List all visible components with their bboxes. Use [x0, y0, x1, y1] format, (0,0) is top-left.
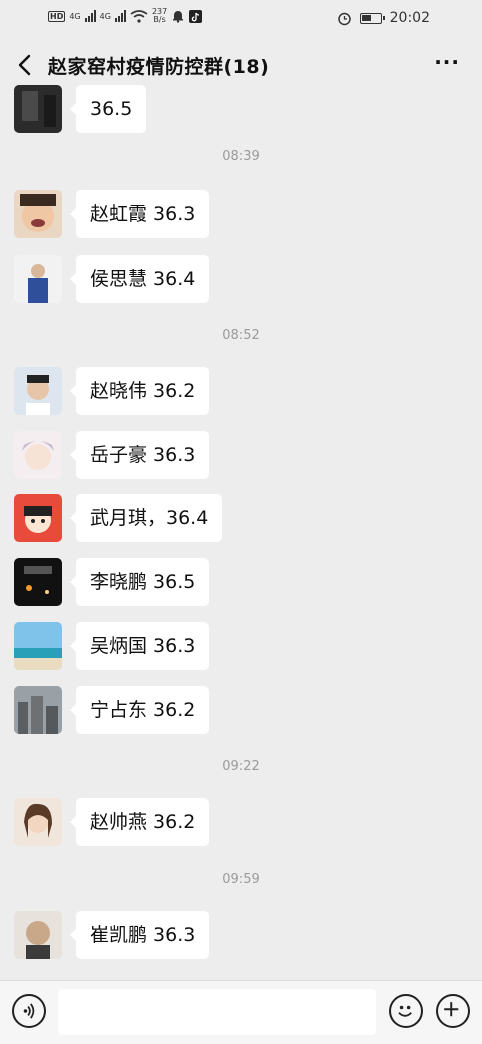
signal-2-label: 4G: [99, 11, 111, 21]
message-bubble[interactable]: 李晓鹏 36.5: [69, 558, 210, 606]
signal-2-icon: [114, 10, 126, 22]
chat-title: 赵家窑村疫情防控群(18): [48, 56, 270, 78]
message-bubble[interactable]: 岳子豪 36.3: [69, 431, 210, 479]
voice-icon[interactable]: [12, 994, 46, 1028]
chat-header: 赵家窑村疫情防控群(18) ···: [0, 40, 482, 90]
status-time: 20:02: [389, 10, 430, 26]
message-bubble[interactable]: 36.5: [69, 85, 147, 133]
message-input[interactable]: [58, 989, 376, 1035]
avatar[interactable]: [14, 558, 62, 606]
message-bubble[interactable]: 赵虹霞 36.3: [69, 190, 210, 238]
message-bubble[interactable]: 武月琪，36.4: [69, 494, 223, 542]
status-bar: HD 4G 4G 237 B/s 20:02: [0, 0, 482, 36]
plus-icon[interactable]: [436, 994, 470, 1028]
wifi-icon: [130, 9, 148, 23]
message-timestamp: 08:52: [222, 328, 260, 343]
message-bubble[interactable]: 赵帅燕 36.2: [69, 798, 210, 846]
message-timestamp: 09:59: [222, 872, 260, 887]
chevron-left-icon[interactable]: [14, 50, 38, 80]
avatar[interactable]: [14, 255, 62, 303]
avatar[interactable]: [14, 798, 62, 846]
message-bubble[interactable]: 侯思慧 36.4: [69, 255, 210, 303]
tiktok-icon: [189, 9, 203, 23]
avatar[interactable]: [14, 494, 62, 542]
avatar[interactable]: [14, 911, 62, 959]
avatar[interactable]: [14, 85, 62, 133]
notification-bell-icon: [173, 11, 184, 23]
alarm-icon: [337, 12, 351, 25]
avatar[interactable]: [14, 190, 62, 238]
avatar[interactable]: [14, 686, 62, 734]
more-dots-icon[interactable]: ···: [434, 50, 460, 74]
message-timestamp: 09:22: [222, 759, 260, 774]
message-timestamp: 08:39: [222, 149, 260, 164]
avatar[interactable]: [14, 431, 62, 479]
message-bubble[interactable]: 吴炳国 36.3: [69, 622, 210, 670]
message-bubble[interactable]: 赵晓伟 36.2: [69, 367, 210, 415]
signal-1-icon: [84, 10, 96, 22]
message-bubble[interactable]: 宁占东 36.2: [69, 686, 210, 734]
battery-icon: [359, 12, 385, 24]
input-bar: [0, 980, 482, 1044]
emoji-icon[interactable]: [389, 994, 423, 1028]
network-speed: 237 B/s: [151, 7, 168, 24]
message-bubble[interactable]: 崔凯鹏 36.3: [69, 911, 210, 959]
hd-badge: HD: [48, 10, 66, 22]
signal-1-label: 4G: [69, 11, 81, 21]
avatar[interactable]: [14, 367, 62, 415]
avatar[interactable]: [14, 622, 62, 670]
